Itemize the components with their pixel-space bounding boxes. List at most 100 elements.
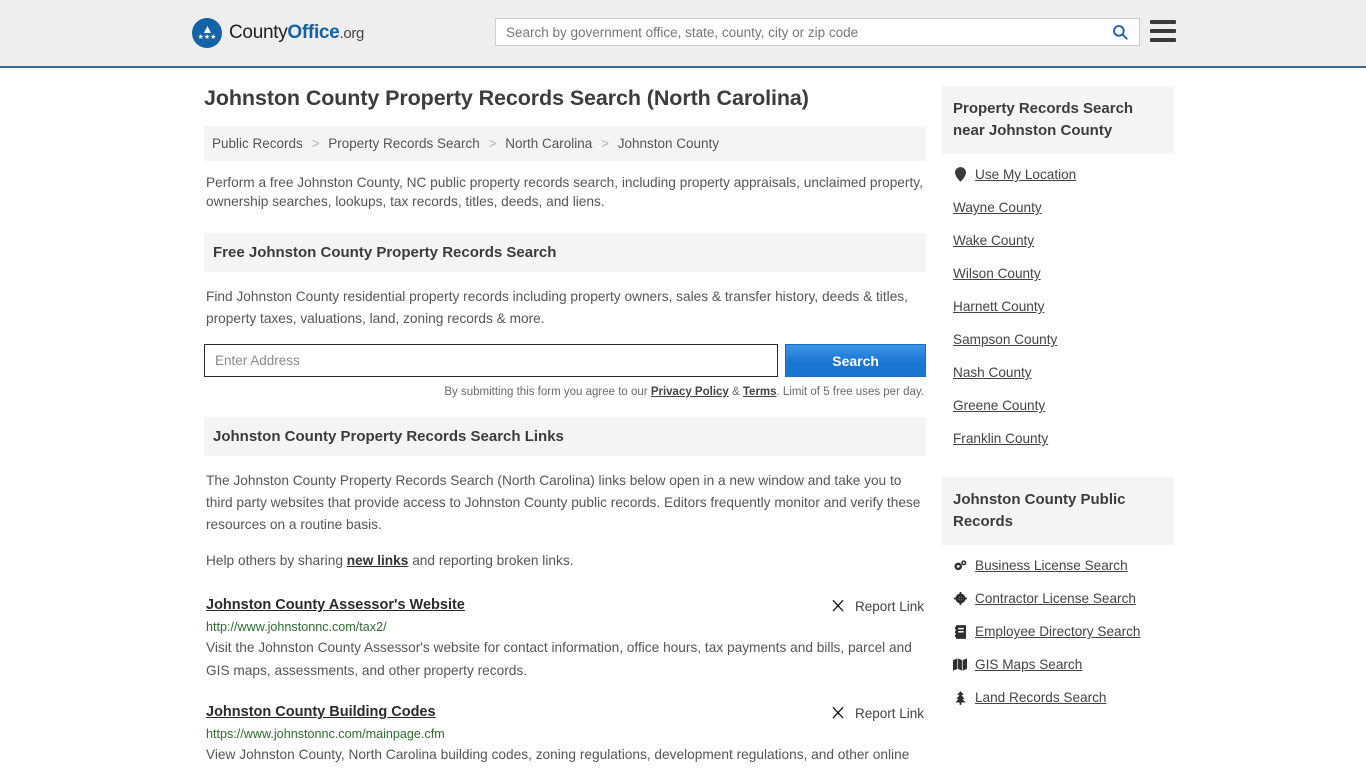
address-book-icon [953,624,967,639]
sidebar-link-label[interactable]: Contractor License Search [975,591,1136,606]
report-link-label: Report Link [854,598,924,614]
sidebar-item-land-records-search[interactable]: Land Records Search [942,681,1174,714]
report-link-button[interactable]: Report Link [830,597,924,614]
sidebar-link-label[interactable]: Use My Location [975,167,1076,182]
sidebar-public-records-heading: Johnston County Public Records [942,477,1174,545]
free-search-heading: Free Johnston County Property Records Se… [204,233,926,272]
link-entry-header: Johnston County Building Codes Report Li… [206,704,924,721]
link-entry-description: Visit the Johnston County Assessor's web… [206,640,912,678]
page-title: Johnston County Property Records Search … [204,86,809,110]
intro-paragraph: Perform a free Johnston County, NC publi… [206,175,923,209]
global-search-box[interactable] [495,18,1140,46]
breadcrumb-separator: > [601,136,609,151]
broken-link-icon [832,600,844,612]
map-icon [953,658,967,671]
sidebar-link-label[interactable]: Franklin County [953,431,1048,446]
sidebar-link-label[interactable]: Wilson County [953,266,1041,281]
link-entry: Johnston County Building Codes Report Li… [204,704,926,768]
location-pin-icon [953,167,967,182]
sidebar-item-nash-county[interactable]: Nash County [942,356,1174,389]
help-suffix: and reporting broken links. [408,553,574,568]
breadcrumb-separator: > [311,136,320,151]
sidebar-item-sampson-county[interactable]: Sampson County [942,323,1174,356]
tree-icon [953,690,967,705]
sidebar-item-employee-directory-search[interactable]: Employee Directory Search [942,615,1174,648]
new-links-link[interactable]: new links [347,553,409,568]
help-prefix: Help others by sharing [206,553,347,568]
eagle-seal-icon: ▲ ★★★ [192,18,222,48]
legal-prefix: By submitting this form you agree to our [444,386,651,398]
sidebar-item-wake-county[interactable]: Wake County [942,224,1174,257]
links-section-heading: Johnston County Property Records Search … [204,417,926,456]
sidebar-link-label[interactable]: Nash County [953,365,1032,380]
page-body: Johnston County Property Records Search … [0,68,1366,768]
sidebar-item-wilson-county[interactable]: Wilson County [942,257,1174,290]
sidebar-link-label[interactable]: Land Records Search [975,690,1106,705]
breadcrumb-item-johnston-county[interactable]: Johnston County [618,136,719,151]
sidebar-nearby-heading: Property Records Search near Johnston Co… [942,86,1174,154]
link-entry-title[interactable]: Johnston County Building Codes [206,704,436,720]
sidebar-link-label[interactable]: Sampson County [953,332,1057,347]
logo-text-org: .org [339,25,365,42]
logo-text-office: Office [287,22,340,43]
breadcrumb: Public Records > Property Records Search… [204,126,926,161]
sidebar-divider [942,455,1174,477]
magnifier-icon [1113,25,1128,40]
privacy-policy-link[interactable]: Privacy Policy [651,386,729,398]
report-link-label: Report Link [854,705,924,721]
link-entry-url: http://www.johnstonnc.com/tax2/ [206,620,387,634]
address-search-button[interactable]: Search [785,344,926,377]
sidebar-link-label[interactable]: Wayne County [953,200,1042,215]
breadcrumb-item-property-records-search[interactable]: Property Records Search [328,136,480,151]
sidebar-item-harnett-county[interactable]: Harnett County [942,290,1174,323]
search-submit-button[interactable] [1107,23,1139,41]
sidebar-link-label[interactable]: GIS Maps Search [975,657,1082,672]
search-input[interactable] [496,19,1107,45]
legal-amp: & [728,386,743,398]
hamburger-bar [1150,38,1176,42]
sidebar-item-greene-county[interactable]: Greene County [942,389,1174,422]
sidebar-public-records-list: Business License Search Contractor Licen… [942,545,1174,714]
link-entry-description: View Johnston County, North Carolina bui… [206,747,910,762]
gear-icon [953,592,967,605]
sidebar-link-label[interactable]: Business License Search [975,558,1128,573]
sidebar-link-label[interactable]: Harnett County [953,299,1044,314]
breadcrumb-item-north-carolina[interactable]: North Carolina [505,136,592,151]
sidebar-item-use-my-location[interactable]: Use My Location [942,158,1174,191]
sidebar-item-wayne-county[interactable]: Wayne County [942,191,1174,224]
logo-text-county: County [229,22,288,43]
sidebar-item-gis-maps-search[interactable]: GIS Maps Search [942,648,1174,681]
link-entry-header: Johnston County Assessor's Website Repor… [206,597,924,614]
sidebar-nearby-list: Use My Location Wayne County Wake County… [942,154,1174,455]
sidebar-item-contractor-license-search[interactable]: Contractor License Search [942,582,1174,615]
help-share-paragraph: Help others by sharing new links and rep… [204,550,926,572]
report-link-button[interactable]: Report Link [830,704,924,721]
breadcrumb-item-public-records[interactable]: Public Records [212,136,303,151]
logo-text: CountyOffice.org [229,22,364,44]
main-column: Johnston County Property Records Search … [204,86,926,768]
hamburger-bar [1150,29,1176,33]
site-logo[interactable]: ▲ ★★★ CountyOffice.org [192,18,364,48]
content-container: Johnston County Property Records Search … [0,68,1366,768]
links-section-paragraph: The Johnston County Property Records Sea… [206,473,921,532]
terms-link[interactable]: Terms [743,386,777,398]
form-legal-text: By submitting this form you agree to our… [204,386,926,398]
sidebar-item-franklin-county[interactable]: Franklin County [942,422,1174,455]
link-entry: Johnston County Assessor's Website Repor… [204,597,926,682]
hamburger-bar [1150,20,1176,24]
sidebar-link-label[interactable]: Greene County [953,398,1045,413]
sidebar-item-business-license-search[interactable]: Business License Search [942,549,1174,582]
address-search-form: Search [204,344,926,377]
broken-link-icon [832,707,844,719]
site-header: ▲ ★★★ CountyOffice.org [0,0,1366,68]
sidebar-link-label[interactable]: Wake County [953,233,1034,248]
address-input[interactable] [204,344,779,377]
sidebar-link-label[interactable]: Employee Directory Search [975,624,1140,639]
hamburger-menu-icon[interactable] [1150,20,1176,42]
gears-icon [953,559,967,572]
sidebar: Property Records Search near Johnston Co… [942,86,1174,768]
link-entry-url: https://www.johnstonnc.com/mainpage.cfm [206,727,445,741]
free-search-description: Find Johnston County residential propert… [206,289,908,326]
breadcrumb-separator: > [488,136,497,151]
link-entry-title[interactable]: Johnston County Assessor's Website [206,597,465,613]
